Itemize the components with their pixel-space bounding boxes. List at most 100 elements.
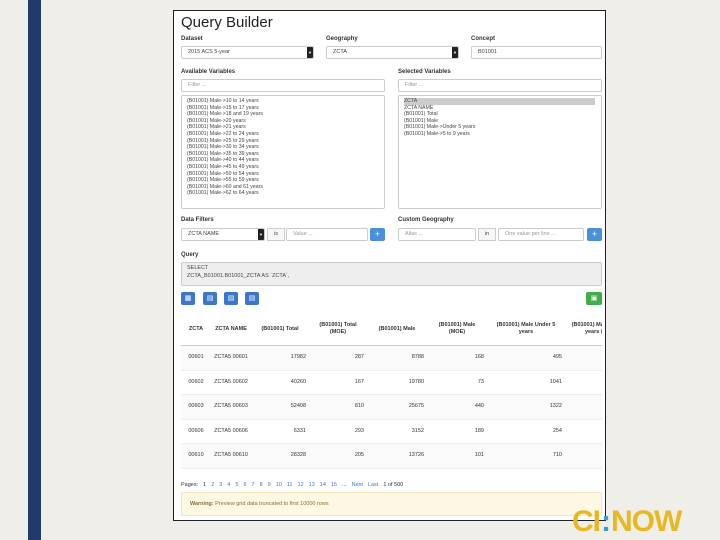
list-item[interactable]: (B01001) Male->62 to 64 years [187, 190, 384, 197]
list-item[interactable]: (B01001) Male->45 to 49 years [187, 164, 384, 171]
page-count: 1 of 500 [383, 482, 404, 488]
page-link[interactable]: 4 [227, 482, 230, 488]
list-item[interactable]: (B01001) Male->50 to 54 years [187, 171, 384, 178]
list-item[interactable]: (B01001) Male->Under 5 years [404, 124, 601, 131]
page-link[interactable]: 7 [252, 482, 255, 488]
page-link[interactable]: 10 [276, 482, 282, 488]
list-item[interactable]: (B01001) Male->55 to 59 years [187, 177, 384, 184]
list-item[interactable]: (B01001) Male->18 and 19 years [187, 111, 384, 118]
table-cell: 40260 [251, 370, 309, 395]
add-geography-button[interactable]: + [587, 228, 602, 241]
page-link[interactable]: 15 [331, 482, 337, 488]
list-item[interactable]: (B01001) Male->35 to 39 years [187, 151, 384, 158]
list-item[interactable]: (B01001) Male->40 to 44 years [187, 157, 384, 164]
list-item[interactable]: (B01001) Male->21 years [187, 124, 384, 131]
list-item[interactable]: (B01001) Male->10 to 14 years [187, 98, 384, 105]
list-item[interactable]: (B01001) Male->60 and 61 years [187, 184, 384, 191]
table-row: 00603ZCTA5 0060352408810256754401322111 [181, 394, 602, 420]
filter-field-value: ZCTA NAME [188, 231, 220, 237]
plus-icon: + [374, 229, 381, 239]
page-link[interactable]: 1 [203, 482, 206, 488]
geo-values-input[interactable]: One value per line ... [498, 228, 584, 241]
query-textarea[interactable]: SELECT ZCTA_B01001.B01001_ZCTA AS `ZCTA`… [181, 262, 602, 286]
list-item[interactable]: (B01001) Male->15 to 17 years [187, 105, 384, 112]
filter-value-input[interactable]: Value ... [286, 228, 368, 241]
selected-filter-input[interactable]: Filter ... [398, 79, 602, 92]
column-header[interactable]: (B01001) Male [367, 313, 427, 346]
save-button[interactable]: ▣ [586, 292, 602, 305]
filter-field-select[interactable]: ZCTA NAME ▼ [181, 228, 265, 241]
table-cell: 1041 [487, 370, 565, 395]
add-filter-button[interactable]: + [370, 228, 385, 241]
page-link[interactable]: 3 [219, 482, 222, 488]
list-item[interactable]: (B01001) Male->30 to 34 years [187, 144, 384, 151]
column-header[interactable]: (B01001) Total [251, 313, 309, 346]
page-link[interactable]: 9 [268, 482, 271, 488]
list-item[interactable]: ZCTA NAME [404, 105, 601, 112]
table-cell: 205 [309, 443, 367, 469]
concept-label: Concept [471, 36, 495, 42]
column-header[interactable]: ZCTA NAME [211, 313, 251, 346]
available-filter-input[interactable]: Filter ... [181, 79, 385, 92]
list-item[interactable]: (B01001) Male [404, 118, 601, 125]
pagination: Pages: 1 2 3 4 5 6 7 8 9 10 11 12 13 14 15... Next Last 1 … [181, 482, 408, 488]
dataset-select[interactable]: 2015 ACS 5-year ▼ [181, 46, 314, 59]
table-cell: 6331 [251, 419, 309, 444]
dataset-value: 2015 ACS 5-year [188, 49, 230, 55]
table-cell: 00602 [181, 370, 211, 395]
page-title: Query Builder [181, 14, 273, 31]
page-link[interactable]: 2 [211, 482, 214, 488]
list-item[interactable]: (B01001) Male->22 to 24 years [187, 131, 384, 138]
warning-title: Warning: [190, 501, 214, 507]
pagination-ellipsis: ... [342, 482, 347, 488]
next-page-link[interactable]: Next [352, 482, 363, 488]
page-link[interactable]: 8 [260, 482, 263, 488]
query-line: ZCTA_B01001.B01001_ZCTA AS `ZCTA`, [187, 272, 290, 279]
table-cell: 00606 [181, 419, 211, 444]
selected-variables-list[interactable]: ZCTA ZCTA NAME (B01001) Total (B01001) Male… [398, 95, 602, 209]
column-header[interactable]: (B01001) Total (MOE) [309, 313, 367, 346]
export-csv-button[interactable]: ▤ [203, 292, 217, 305]
chevron-down-icon: ▼ [452, 47, 458, 58]
page-link[interactable]: 14 [320, 482, 326, 488]
ci-now-logo: CI:NOW [572, 504, 682, 540]
table-cell: 19780 [367, 370, 427, 395]
table-row: 00601ZCTA5 0060117982287878816849539 [181, 345, 602, 371]
page-link[interactable]: 12 [298, 482, 304, 488]
logo-part: CI [572, 505, 601, 538]
geo-operator: in [478, 228, 496, 241]
table-cell: 495 [487, 345, 565, 371]
list-item[interactable]: (B01001) Male->20 years [187, 118, 384, 125]
grid-view-button[interactable]: ▦ [181, 292, 195, 305]
results-grid[interactable]: ZCTA ZCTA NAME (B01001) Total (B01001) Tota… [181, 313, 602, 478]
export-sql-button[interactable]: ▤ [224, 292, 238, 305]
dataset-label: Dataset [181, 36, 203, 42]
table-cell: 71 [565, 419, 602, 444]
list-item[interactable]: ZCTA [404, 98, 595, 105]
geography-select[interactable]: ZCTA ▼ [326, 46, 459, 59]
page-link[interactable]: 5 [235, 482, 238, 488]
table-header-row: ZCTA ZCTA NAME (B01001) Total (B01001) Tota… [181, 313, 602, 346]
available-variables-list[interactable]: (B01001) Male->10 to 14 years (B01001) Ma… [181, 95, 385, 209]
column-header[interactable]: (B01001) Male Under 5 years (MOE) [565, 313, 602, 346]
concept-input[interactable]: B01001 [471, 46, 602, 59]
table-cell: ZCTA5 00610 [211, 443, 251, 469]
query-builder-panel: Query Builder Dataset 2015 ACS 5-year ▼ … [173, 10, 606, 521]
list-item[interactable]: (B01001) Male->25 to 29 years [187, 138, 384, 145]
export-excel-button[interactable]: ▤ [245, 292, 259, 305]
page-link[interactable]: 6 [243, 482, 246, 488]
geography-label: Geography [326, 36, 358, 42]
last-page-link[interactable]: Last [368, 482, 378, 488]
list-item[interactable]: (B01001) Male->5 to 9 years [404, 131, 601, 138]
page-link[interactable]: 13 [309, 482, 315, 488]
list-item[interactable]: (B01001) Total [404, 111, 601, 118]
page-link[interactable]: 11 [287, 482, 293, 488]
geo-alias-input[interactable]: Alias ... [398, 228, 476, 241]
column-header[interactable]: ZCTA [181, 313, 211, 346]
table-cell: 167 [309, 370, 367, 395]
results-table: ZCTA ZCTA NAME (B01001) Total (B01001) Tota… [181, 313, 602, 469]
table-cell: 111 [565, 394, 602, 420]
column-header[interactable]: (B01001) Male Under 5 years [487, 313, 565, 346]
column-header[interactable]: (B01001) Male (MOE) [427, 313, 487, 346]
custom-geography-label: Custom Geography [398, 217, 454, 223]
